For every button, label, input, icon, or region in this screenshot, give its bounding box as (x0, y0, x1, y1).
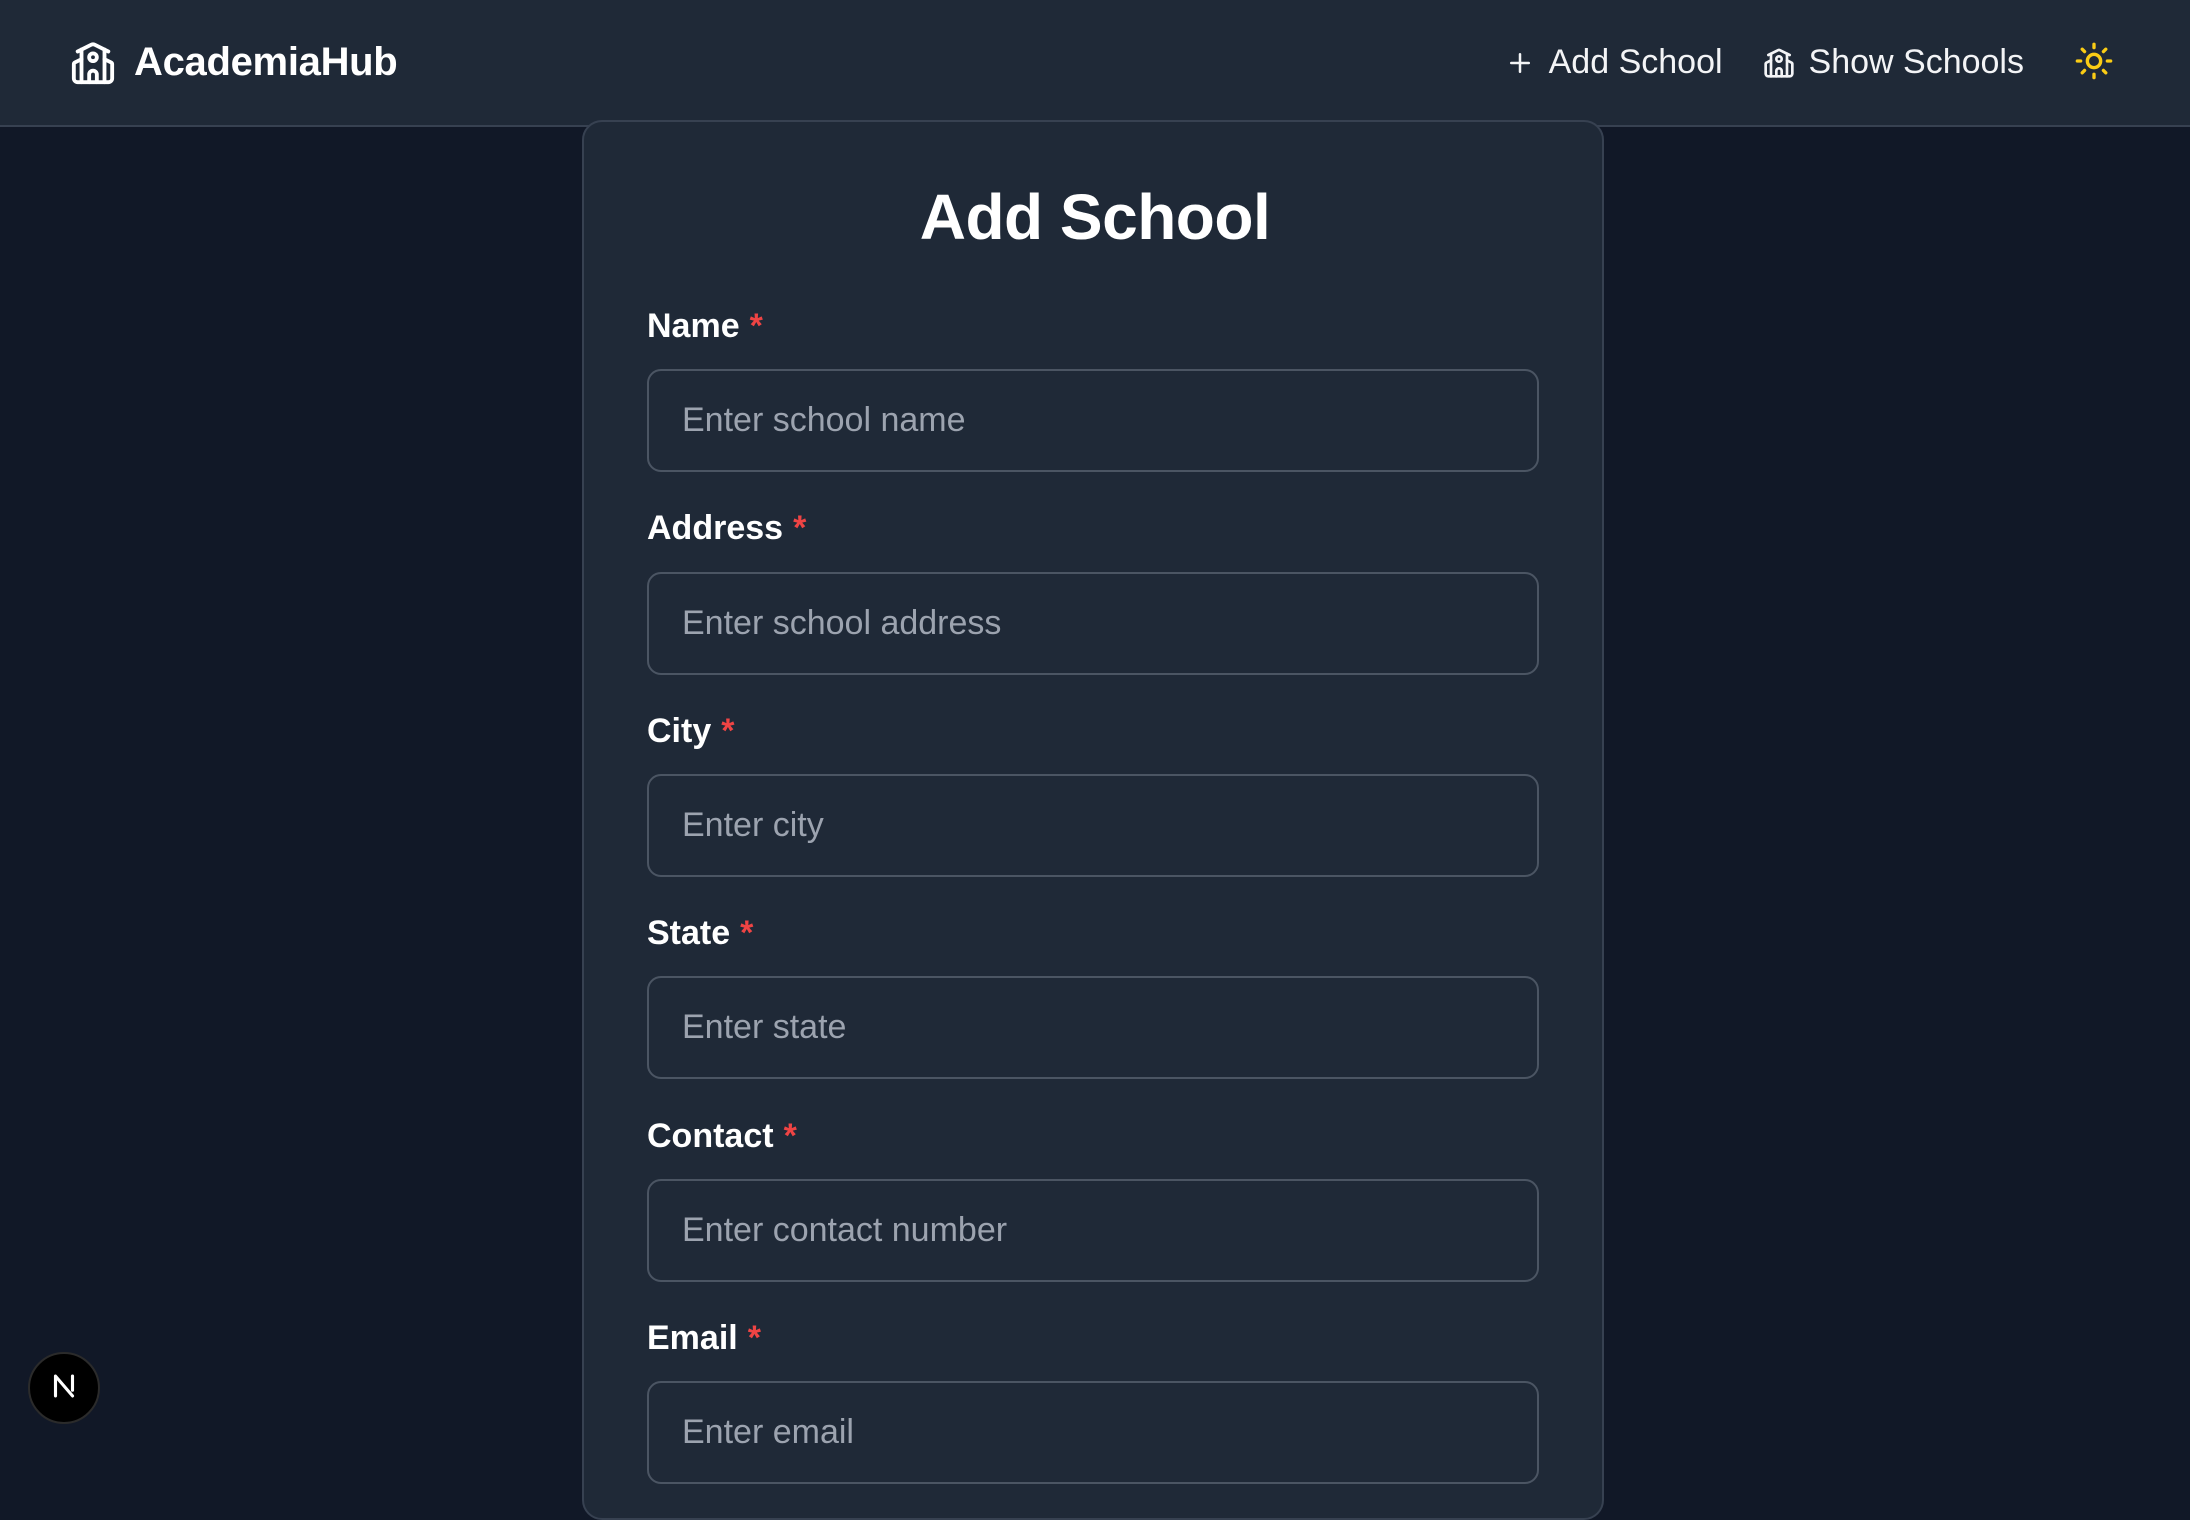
required-marker: * (740, 914, 754, 952)
required-marker: * (793, 509, 807, 547)
n-logo-icon (47, 1369, 81, 1408)
contact-label: Contact * (647, 1117, 797, 1156)
contact-input[interactable] (647, 1179, 1539, 1282)
address-label-text: Address (647, 509, 784, 547)
city-input[interactable] (647, 774, 1539, 877)
plus-icon (1505, 48, 1535, 78)
name-label-text: Name (647, 307, 740, 345)
school-icon (70, 40, 116, 86)
theme-toggle-button[interactable] (2068, 37, 2120, 89)
name-label: Name * (647, 307, 763, 346)
address-input[interactable] (647, 572, 1539, 675)
required-marker: * (721, 712, 735, 750)
brand-name: AcademiaHub (134, 40, 398, 84)
city-label-text: City (647, 712, 712, 750)
dev-tools-badge[interactable] (28, 1352, 100, 1424)
nav-show-schools-label: Show Schools (1808, 43, 2024, 81)
email-input[interactable] (647, 1381, 1539, 1484)
navbar: AcademiaHub Add School Show Schools (0, 0, 2190, 127)
contact-label-text: Contact (647, 1117, 774, 1155)
email-label-text: Email (647, 1319, 738, 1357)
required-marker: * (783, 1117, 797, 1155)
sun-icon (2074, 41, 2114, 84)
address-label: Address * (647, 509, 806, 548)
city-label: City * (647, 712, 734, 751)
required-marker: * (749, 307, 763, 345)
brand-link[interactable]: AcademiaHub (70, 40, 398, 86)
school-icon (1763, 47, 1795, 79)
nav-add-school-link[interactable]: Add School (1505, 43, 1723, 82)
state-input[interactable] (647, 976, 1539, 1079)
email-label: Email * (647, 1319, 761, 1358)
page-title: Add School (919, 181, 1271, 253)
nav-show-schools-link[interactable]: Show Schools (1763, 43, 2024, 82)
name-input[interactable] (647, 369, 1539, 472)
nav-links: Add School Show Schools (1505, 37, 2120, 89)
state-label: State * (647, 914, 753, 953)
nav-add-school-label: Add School (1548, 43, 1723, 81)
required-marker: * (747, 1319, 761, 1357)
state-label-text: State (647, 914, 731, 952)
